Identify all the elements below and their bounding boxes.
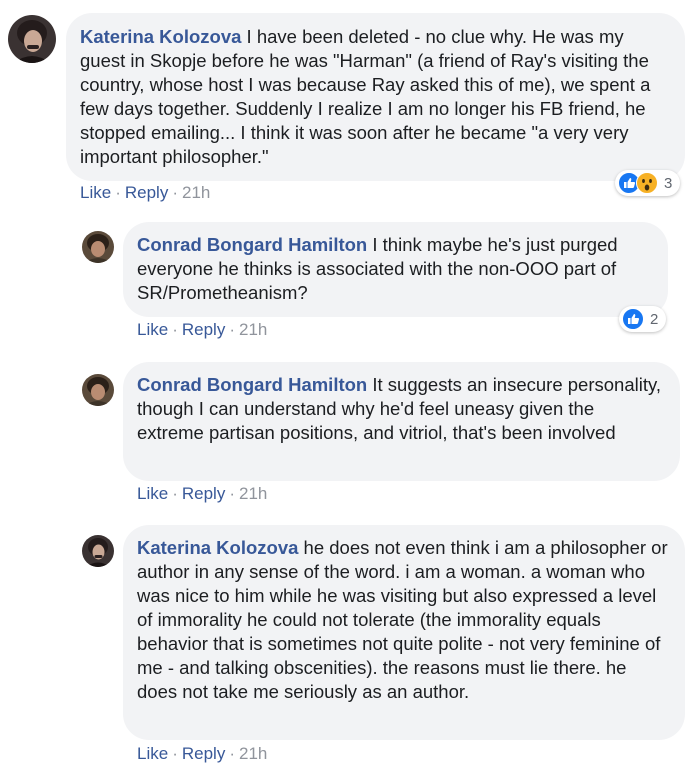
- separator: ·: [229, 320, 235, 339]
- comment-actions: Like · Reply · 21h: [137, 484, 267, 504]
- like-link[interactable]: Like: [80, 183, 111, 202]
- timestamp[interactable]: 21h: [239, 320, 267, 339]
- timestamp[interactable]: 21h: [239, 484, 267, 503]
- comment-author[interactable]: Conrad Bongard Hamilton: [137, 234, 367, 255]
- timestamp[interactable]: 21h: [239, 744, 267, 763]
- comment-actions: Like · Reply · 21h: [80, 183, 210, 203]
- separator: ·: [115, 183, 121, 202]
- comment-bubble: Conrad Bongard Hamilton It suggests an i…: [123, 362, 680, 481]
- comment-text: I have been deleted - no clue why. He wa…: [80, 26, 651, 167]
- like-reaction-icon: [622, 308, 644, 330]
- separator: ·: [172, 484, 178, 503]
- like-link[interactable]: Like: [137, 744, 168, 763]
- timestamp[interactable]: 21h: [182, 183, 210, 202]
- comment-text: he does not even think i am a philosophe…: [137, 537, 668, 702]
- separator: ·: [229, 484, 235, 503]
- comment-bubble: Katerina Kolozova he does not even think…: [123, 525, 685, 740]
- separator: ·: [172, 320, 178, 339]
- comment-author[interactable]: Katerina Kolozova: [80, 26, 241, 47]
- reply-link[interactable]: Reply: [182, 484, 225, 503]
- comment-bubble: Conrad Bongard Hamilton I think maybe he…: [123, 222, 668, 317]
- reaction-count: 3: [664, 174, 673, 192]
- avatar-image: [82, 374, 114, 406]
- avatar[interactable]: [8, 15, 56, 63]
- reply-link[interactable]: Reply: [125, 183, 168, 202]
- reactions-summary[interactable]: 3: [615, 170, 681, 196]
- reply-link[interactable]: Reply: [182, 320, 225, 339]
- like-link[interactable]: Like: [137, 320, 168, 339]
- like-link[interactable]: Like: [137, 484, 168, 503]
- avatar-image: [82, 535, 114, 567]
- avatar-image: [82, 231, 114, 263]
- comment-actions: Like · Reply · 21h: [137, 744, 267, 764]
- reaction-count: 2: [650, 310, 659, 328]
- avatar[interactable]: [82, 374, 114, 406]
- separator: ·: [172, 744, 178, 763]
- avatar[interactable]: [82, 535, 114, 567]
- separator: ·: [172, 183, 178, 202]
- comment-author[interactable]: Katerina Kolozova: [137, 537, 298, 558]
- avatar[interactable]: [82, 231, 114, 263]
- comment-bubble: Katerina Kolozova I have been deleted - …: [66, 13, 685, 181]
- comment-actions: Like · Reply · 21h: [137, 320, 267, 340]
- separator: ·: [229, 744, 235, 763]
- comment-author[interactable]: Conrad Bongard Hamilton: [137, 374, 367, 395]
- reactions-summary[interactable]: 2: [619, 306, 667, 332]
- wow-reaction-icon: [636, 172, 658, 194]
- reply-link[interactable]: Reply: [182, 744, 225, 763]
- avatar-image: [8, 15, 56, 63]
